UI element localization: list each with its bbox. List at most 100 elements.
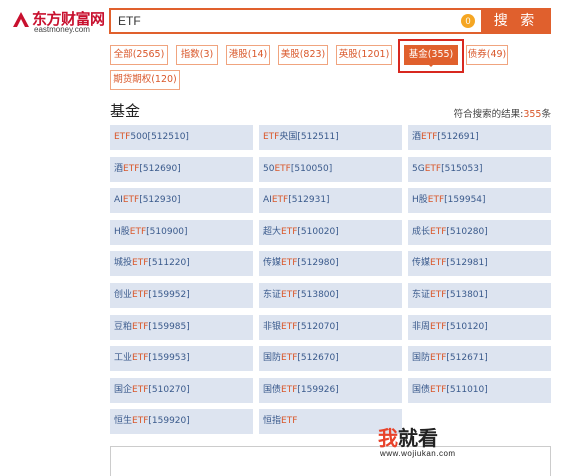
watermark: 我就看 www.wojiukan.com	[378, 422, 488, 466]
fund-result-link[interactable]: 东证ETF[513800]	[259, 283, 402, 308]
tab-bond[interactable]: 债券(49)	[466, 45, 508, 65]
fund-name-pre: 非银	[263, 322, 282, 332]
tab-uk-stock[interactable]: 英股(1201)	[336, 45, 392, 65]
fund-name-hl: ETF	[281, 258, 298, 268]
fund-name-post: [515053]	[441, 164, 483, 174]
fund-result-link[interactable]: AIETF[512931]	[259, 188, 402, 213]
fund-name-hl: ETF	[430, 322, 447, 332]
result-count-number: 355	[523, 109, 542, 120]
fund-name-pre: 超大	[263, 227, 282, 237]
fund-name-pre: H股	[114, 227, 130, 237]
fund-result-link[interactable]: 国债ETF[159926]	[259, 378, 402, 403]
fund-result-link[interactable]: 成长ETF[510280]	[408, 220, 551, 245]
fund-name-hl: ETF	[122, 195, 140, 205]
watermark-char-b: 就看	[398, 426, 438, 450]
search-button[interactable]: 搜 索	[481, 8, 551, 34]
tab-futures-options[interactable]: 期货期权(120)	[110, 70, 180, 90]
fund-name-post: [513801]	[446, 290, 488, 300]
fund-name-pre: 成长	[412, 227, 431, 237]
clear-search-icon[interactable]: 0	[461, 14, 475, 28]
fund-result-link[interactable]: 东证ETF[513801]	[408, 283, 551, 308]
result-count-prefix: 符合搜索的结果:	[453, 109, 524, 120]
fund-name-hl: ETF	[132, 322, 149, 332]
fund-name-hl: ETF	[132, 416, 149, 426]
fund-result-link[interactable]: 创业ETF[159952]	[110, 283, 253, 308]
fund-name-pre: 东证	[412, 290, 431, 300]
fund-result-link[interactable]: 50ETF[510050]	[259, 157, 402, 182]
fund-name-pre: 国债	[412, 385, 431, 395]
search-input[interactable]: ETF 0	[109, 8, 481, 34]
fund-name-post: [511010]	[446, 385, 488, 395]
fund-result-link[interactable]: 传媒ETF[512981]	[408, 251, 551, 276]
fund-result-link[interactable]: H股ETF[159954]	[408, 188, 551, 213]
section-title: 基金	[110, 102, 141, 120]
fund-name-post: [512670]	[297, 353, 339, 363]
fund-name-pre: 传媒	[412, 258, 431, 268]
fund-result-link[interactable]: H股ETF[510900]	[110, 220, 253, 245]
fund-result-link[interactable]: 非银ETF[512070]	[259, 315, 402, 340]
fund-name-pre: 国防	[263, 353, 282, 363]
fund-result-link[interactable]: AIETF[512930]	[110, 188, 253, 213]
fund-name-hl: ETF	[424, 164, 442, 174]
fund-result-link[interactable]: 酒ETF[512691]	[408, 125, 551, 150]
fund-result-link[interactable]: 国企ETF[510270]	[110, 378, 253, 403]
fund-name-hl: ETF	[281, 290, 298, 300]
fund-name-hl: ETF	[421, 132, 438, 142]
fund-name-pre: 工业	[114, 353, 133, 363]
fund-name-hl: ETF	[281, 353, 298, 363]
fund-name-hl: ETF	[430, 353, 447, 363]
fund-name-pre: AI	[263, 195, 272, 205]
fund-name-hl: ETF	[281, 385, 298, 395]
fund-result-link[interactable]: 超大ETF[510020]	[259, 220, 402, 245]
fund-name-post: [511220]	[148, 258, 190, 268]
fund-name-post: [512931]	[288, 195, 330, 205]
fund-name-post: [159954]	[444, 195, 486, 205]
result-count: 符合搜索的结果:355条	[454, 106, 551, 120]
watermark-url: www.wojiukan.com	[380, 449, 456, 458]
fund-result-link[interactable]: 传媒ETF[512980]	[259, 251, 402, 276]
eastmoney-logo[interactable]: 东方财富网 eastmoney.com	[10, 8, 105, 34]
tab-all[interactable]: 全部(2565)	[110, 45, 168, 65]
fund-name-pre: 国债	[263, 385, 282, 395]
fund-name-pre: 城投	[114, 258, 133, 268]
tab-hk-stock[interactable]: 港股(14)	[226, 45, 270, 65]
fund-name-hl: ETF	[132, 385, 149, 395]
tab-us-stock[interactable]: 美股(823)	[278, 45, 328, 65]
fund-result-link[interactable]: 5GETF[515053]	[408, 157, 551, 182]
tab-fund-annotation-box	[398, 39, 464, 73]
fund-name-post: [159920]	[148, 416, 190, 426]
fund-result-link[interactable]: 恒生ETF[159920]	[110, 409, 253, 434]
fund-result-link[interactable]: 国债ETF[511010]	[408, 378, 551, 403]
fund-result-link[interactable]: ETF央国[512511]	[259, 125, 402, 150]
fund-name-hl: ETF	[430, 258, 447, 268]
fund-name-pre: 豆粕	[114, 322, 133, 332]
logo-mark-icon	[13, 12, 29, 27]
fund-name-hl: ETF	[263, 132, 280, 142]
search-input-value[interactable]: ETF	[118, 14, 141, 28]
fund-name-post: [512070]	[297, 322, 339, 332]
fund-name-post: [512690]	[139, 164, 181, 174]
fund-name-pre: 恒指	[263, 416, 282, 426]
fund-name-post: 央国[512511]	[279, 132, 339, 142]
fund-name-hl: ETF	[132, 353, 149, 363]
fund-name-post: [512930]	[139, 195, 181, 205]
fund-result-link[interactable]: 城投ETF[511220]	[110, 251, 253, 276]
fund-result-link[interactable]: 豆粕ETF[159985]	[110, 315, 253, 340]
fund-result-link[interactable]: 酒ETF[512690]	[110, 157, 253, 182]
fund-result-link[interactable]: 非周ETF[510120]	[408, 315, 551, 340]
fund-name-post: [159952]	[148, 290, 190, 300]
fund-name-hl: ETF	[430, 385, 447, 395]
fund-name-pre: 恒生	[114, 416, 133, 426]
tab-index[interactable]: 指数(3)	[176, 45, 218, 65]
fund-result-link[interactable]: 国防ETF[512670]	[259, 346, 402, 371]
fund-name-hl: ETF	[132, 290, 149, 300]
fund-name-pre: H股	[412, 195, 428, 205]
fund-result-link[interactable]: ETF500[512510]	[110, 125, 253, 150]
fund-name-pre: 50	[263, 164, 275, 174]
fund-name-hl: ETF	[281, 227, 298, 237]
fund-result-link[interactable]: 工业ETF[159953]	[110, 346, 253, 371]
fund-name-pre: AI	[114, 195, 123, 205]
fund-result-link[interactable]: 国防ETF[512671]	[408, 346, 551, 371]
fund-name-post: [510900]	[146, 227, 188, 237]
fund-name-hl: ETF	[430, 227, 447, 237]
